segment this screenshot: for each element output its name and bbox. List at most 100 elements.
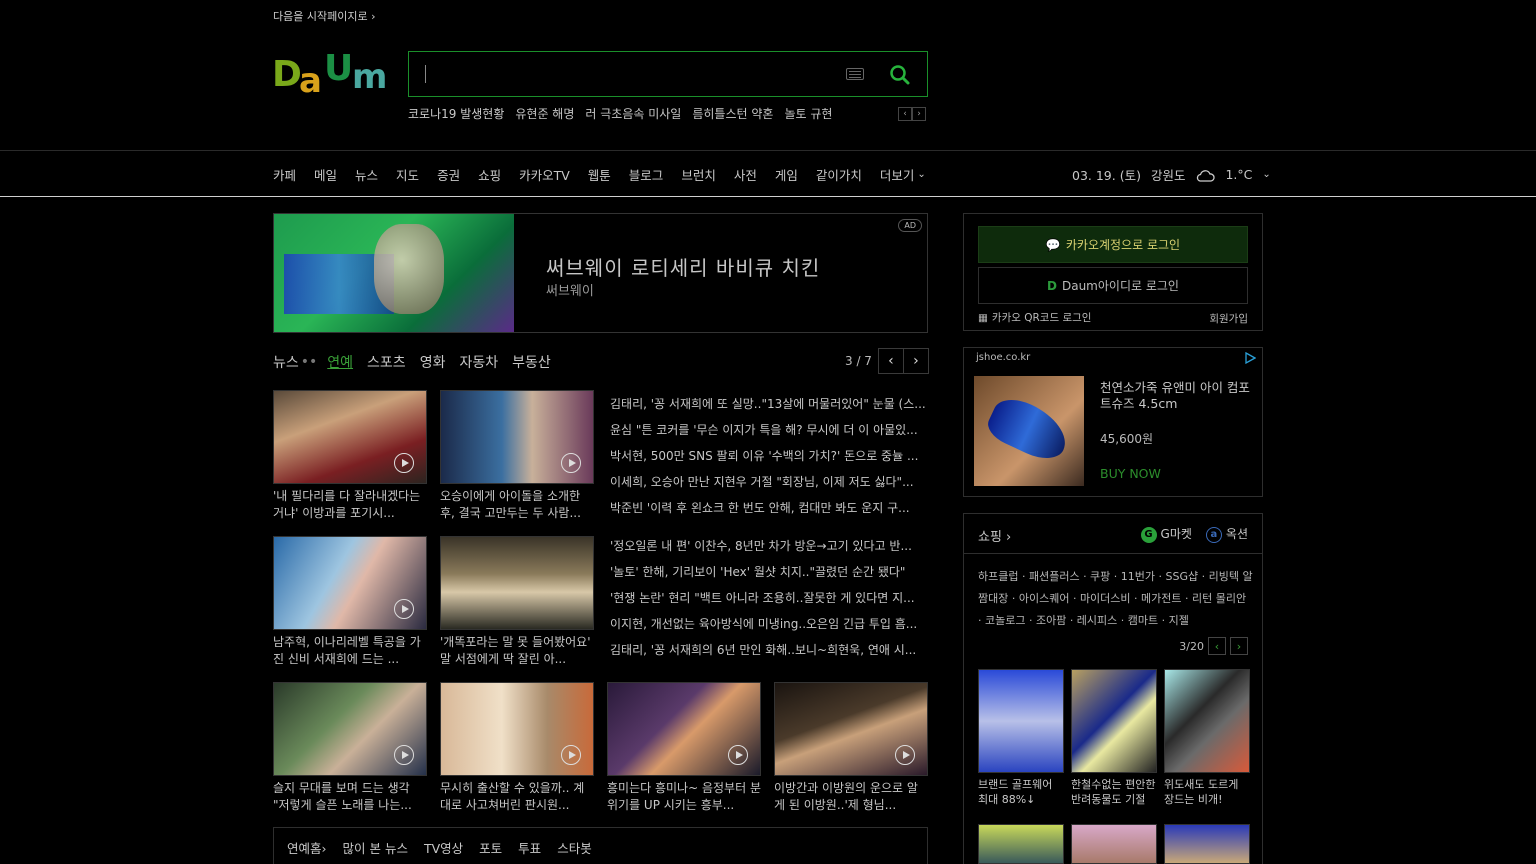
nav-item-shopping[interactable]: 쇼핑	[478, 165, 501, 184]
tab-movie[interactable]: 영화	[420, 352, 446, 372]
set-start-page-link[interactable]: 다음을 시작페이지로 ›	[273, 8, 375, 24]
buy-now-link[interactable]: BUY NOW	[1100, 466, 1161, 481]
trend-pager: ‹ ›	[898, 107, 926, 121]
trending-keywords: 코로나19 발생현황 유현준 해명 러 극초음속 미사일 름히틀스턴 약혼 놀토…	[408, 105, 832, 122]
tab-entertainment[interactable]: 연예	[327, 352, 353, 372]
shopping-item[interactable]: 브랜드 골프웨어 최대 88%↓	[978, 669, 1064, 807]
shopping-item-image[interactable]	[1164, 824, 1250, 864]
nav-item-together[interactable]: 같이가치	[816, 165, 862, 184]
shopping-item[interactable]: 위도새도 도르게 장드는 비개!	[1164, 669, 1250, 807]
news-thumb-card[interactable]: 흥미는다 흥미나~ 음정부터 분위기를 UP 시키는 흥부...	[607, 682, 761, 814]
gmarket-label: G마켓	[1160, 527, 1192, 541]
daum-login-button[interactable]: D Daum아이디로 로그인	[978, 267, 1248, 304]
headline-item[interactable]: 윤심 "튼 코커를 '무슨 이지가 특을 해? 무시에 더 이 아물있...	[610, 421, 928, 447]
qr-login-link[interactable]: ▦ 카카오 QR코드 로그인	[978, 310, 1091, 325]
nav-more-button[interactable]: 더보기 ⌄	[880, 165, 926, 184]
headline-item[interactable]: 이지현, 개선없는 육아방식에 미냉ing..오은임 긴급 투입 흠...	[610, 615, 928, 641]
shopping-item-image[interactable]	[978, 824, 1064, 864]
shopping-item-image[interactable]	[1071, 824, 1157, 864]
shopping-next-button[interactable]: ›	[1230, 637, 1248, 655]
sub-link-popular[interactable]: 많이 본 뉴스	[343, 838, 408, 857]
news-prev-button[interactable]: ‹	[877, 348, 904, 374]
nav-item-cafe[interactable]: 카페	[273, 165, 296, 184]
news-caption: 이방간과 이방원의 운으로 알게 된 이방원..'제 형님...	[774, 781, 918, 812]
weather-widget[interactable]: 03. 19. (토) 강원도 1.°C ⌄	[1072, 165, 1271, 184]
news-tabs: 뉴스 •• 연예 스포츠 영화 자동차 부동산	[273, 352, 565, 372]
auction-link[interactable]: a 옥션	[1205, 525, 1248, 543]
nav-item-mail[interactable]: 메일	[314, 165, 337, 184]
trend-item[interactable]: 러 극초음속 미사일	[585, 105, 681, 122]
trend-item[interactable]: 름히틀스턴 약혼	[692, 105, 773, 122]
trend-item[interactable]: 놀토 규현	[784, 105, 832, 122]
shopping-prev-button[interactable]: ‹	[1208, 637, 1226, 655]
shopping-item-caption: 한철수없는 편안한 반려동물도 기절	[1071, 778, 1156, 806]
kakao-login-button[interactable]: 💬 카카오계정으로 로그인	[978, 226, 1248, 263]
news-caption: 오승이에게 아이돌을 소개한 후, 결국 고만두는 두 사람...	[440, 489, 581, 520]
trend-prev-button[interactable]: ‹	[898, 107, 912, 121]
shopping-mall-links[interactable]: 하프클럽 · 패션플러스 · 쿠팡 · 11번가 · SSG샵 · 리빙텍 알짬…	[978, 566, 1253, 632]
trend-next-button[interactable]: ›	[912, 107, 926, 121]
chevron-down-icon: ⌄	[917, 169, 926, 180]
ad-banner[interactable]: 써브웨이 로티세리 바비큐 치킨 써브웨이 AD	[273, 213, 928, 333]
nav-item-dictionary[interactable]: 사전	[734, 165, 757, 184]
shopping-item-caption: 위도새도 도르게 장드는 비개!	[1164, 778, 1239, 806]
shopping-title: 쇼핑	[978, 530, 1002, 545]
news-thumbnail	[273, 536, 427, 630]
tab-realestate[interactable]: 부동산	[512, 352, 551, 372]
news-thumb-card[interactable]: 남주혁, 이나리레벨 특공을 가진 신비 서재희에 드는 ...	[273, 536, 427, 668]
sub-link-home-label: 연예홈	[287, 840, 322, 856]
nav-item-stock[interactable]: 증권	[437, 165, 460, 184]
sub-link-photo[interactable]: 포토	[479, 838, 502, 857]
sub-link-home[interactable]: 연예홈›	[287, 838, 327, 857]
headline-item[interactable]: 김태리, '꽁 서재희에 또 실망.."13살에 머물러있어" 눈물 (스...	[610, 395, 928, 421]
ad-badge[interactable]: AD	[898, 219, 922, 232]
headline-item[interactable]: '정오일론 내 편' 이찬수, 8년만 차가 방운→고기 있다고 반...	[610, 537, 928, 563]
news-thumbnail	[273, 682, 427, 776]
play-icon	[561, 745, 581, 765]
search-box[interactable]	[408, 51, 928, 97]
news-thumb-card[interactable]: 무시히 출산할 수 있을까.. 계대로 사고쳐버린 판시원...	[440, 682, 594, 814]
nav-item-news[interactable]: 뉴스	[355, 165, 378, 184]
nav-item-webtoon[interactable]: 웹툰	[588, 165, 611, 184]
news-thumbnail	[440, 682, 594, 776]
gmarket-link[interactable]: G G마켓	[1140, 525, 1192, 543]
search-button[interactable]	[887, 62, 913, 88]
shopping-ad[interactable]: jshoe.co.kr 천연소가죽 유앤미 아이 컴포트슈즈 4.5cm 45,…	[963, 347, 1263, 497]
headline-item[interactable]: '놀토' 한해, 기리보이 'Hex' 월샷 치지.."끌렸던 순간 됐다"	[610, 563, 928, 589]
news-thumb-card[interactable]: 슬지 무대를 보며 드는 생각 "저렇게 슬픈 노래를 나는...	[273, 682, 427, 814]
nav-item-blog[interactable]: 블로그	[629, 165, 664, 184]
headline-item[interactable]: 이세희, 오승아 만난 지현우 거절 "회장님, 이제 저도 싫다"...	[610, 473, 928, 499]
chevron-down-icon: ⌄	[1262, 169, 1271, 180]
news-next-button[interactable]: ›	[902, 348, 929, 374]
trend-item[interactable]: 코로나19 발생현황	[408, 105, 504, 122]
nav-item-game[interactable]: 게임	[775, 165, 798, 184]
nav-item-kakaotv[interactable]: 카카오TV	[519, 165, 570, 184]
headline-item[interactable]: 박서현, 500만 SNS 팔뢰 이유 '수백의 가치?' 돈으로 중뉼 ...	[610, 447, 928, 473]
search-input[interactable]	[423, 62, 833, 86]
sub-link-starbot[interactable]: 스타봇	[557, 838, 592, 857]
sub-link-vote[interactable]: 투표	[518, 838, 541, 857]
temperature-label: 1.°C	[1225, 167, 1253, 182]
shopping-page-indicator: 3/20	[1179, 639, 1204, 653]
news-thumb-card[interactable]: '개똑포라는 말 못 들어봤어요' 말 서점에게 딱 잘린 아...	[440, 536, 594, 668]
tab-sports[interactable]: 스포츠	[367, 352, 406, 372]
play-icon	[728, 745, 748, 765]
headline-item[interactable]: 박준빈 '이력 후 왼쇼크 한 번도 안해, 컴대만 봐도 운지 구...	[610, 499, 928, 525]
tab-car[interactable]: 자동차	[459, 352, 498, 372]
headline-item[interactable]: '현쟁 논란' 현리 "백트 아니라 조용히..잘못한 게 있다면 지...	[610, 589, 928, 615]
news-thumb-card[interactable]: '내 필다리를 다 잘라내겠다는 거냐' 이방과를 포기시...	[273, 390, 427, 522]
signup-link[interactable]: 회원가입	[1209, 311, 1248, 326]
daum-logo[interactable]: D a U m	[272, 48, 390, 101]
nav-item-brunch[interactable]: 브런치	[681, 165, 716, 184]
shopping-item[interactable]: 한철수없는 편안한 반려동물도 기절	[1071, 669, 1157, 807]
news-thumb-card[interactable]: 오승이에게 아이돌을 소개한 후, 결국 고만두는 두 사람...	[440, 390, 594, 522]
nav-item-map[interactable]: 지도	[396, 165, 419, 184]
tab-news[interactable]: 뉴스	[273, 352, 299, 372]
news-thumb-card[interactable]: 이방간과 이방원의 운으로 알게 된 이방원..'제 형님...	[774, 682, 928, 814]
keyboard-icon[interactable]	[846, 68, 864, 80]
headline-item[interactable]: 김태리, '꽁 서재희의 6년 만인 화해..보니~희현욱, 연애 시...	[610, 641, 928, 667]
trend-item[interactable]: 유현준 해명	[515, 105, 574, 122]
adchoices-icon[interactable]	[1244, 352, 1256, 364]
shopping-title-link[interactable]: 쇼핑 ›	[978, 526, 1011, 545]
sub-link-tv[interactable]: TV영상	[424, 838, 463, 857]
